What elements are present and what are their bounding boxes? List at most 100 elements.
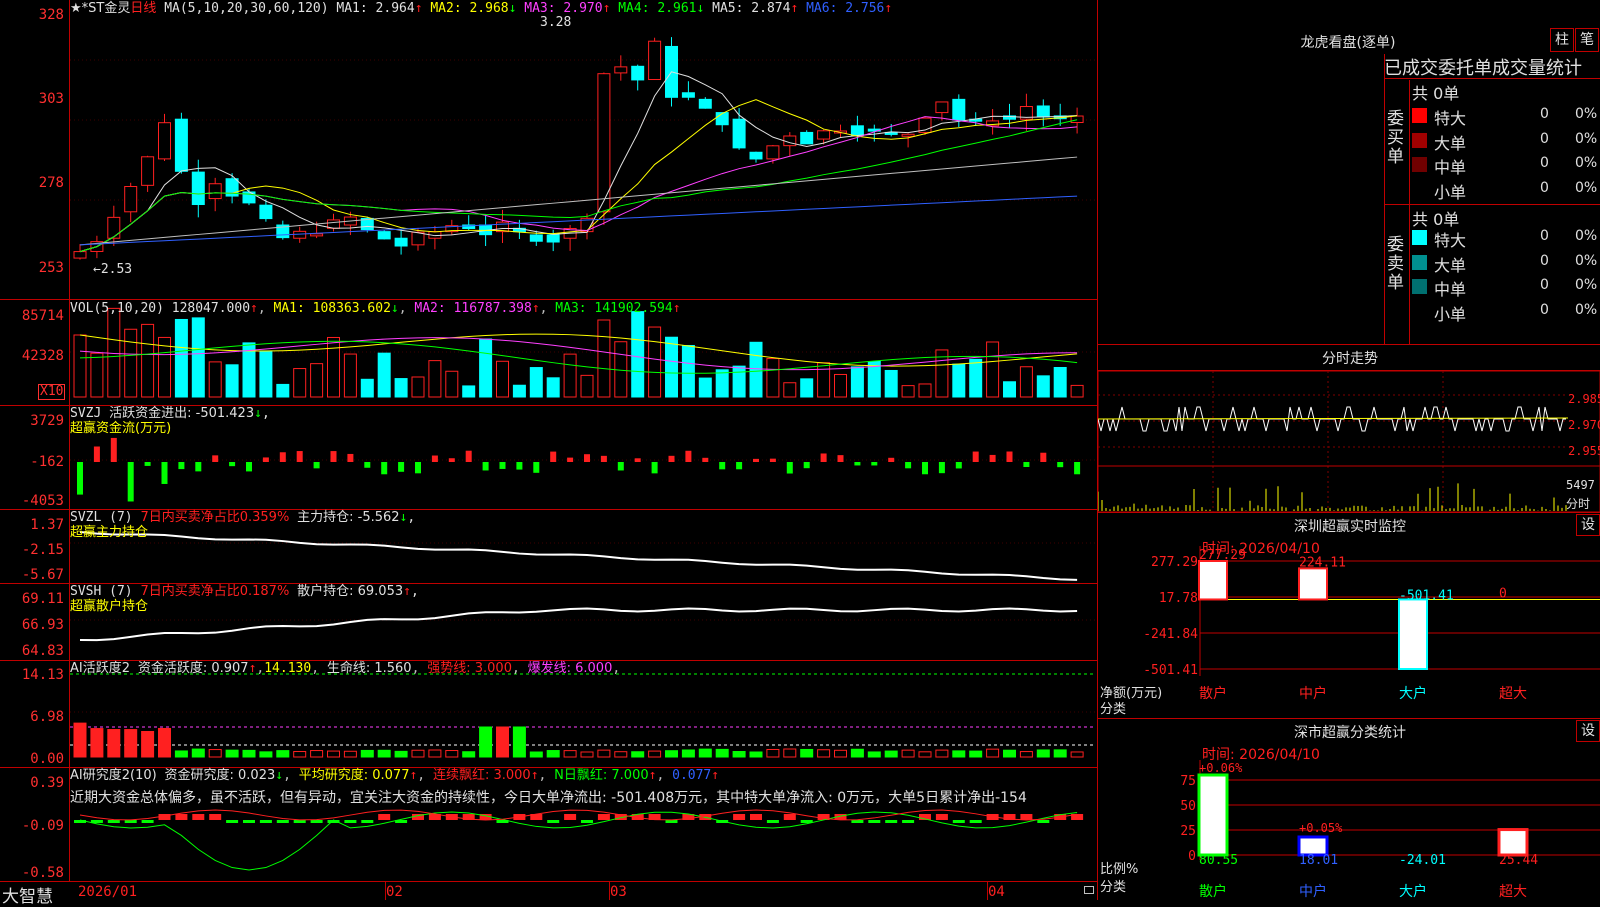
y-label: -4053 bbox=[21, 493, 64, 509]
candle-body bbox=[174, 118, 188, 172]
svzj-title: SVZJ bbox=[70, 406, 102, 421]
money-flow-bar bbox=[296, 451, 303, 462]
y-label: 0.39 bbox=[30, 775, 64, 791]
ai-research-header: AI研究度2(10) 资金研究度: 0.023↓, 平均研究度: 0.077↑,… bbox=[70, 768, 720, 783]
sz-classify-title: 深市超赢分类统计 bbox=[1294, 725, 1406, 741]
volume-bar bbox=[276, 383, 290, 398]
activity-bar bbox=[174, 750, 188, 758]
volume-bar bbox=[327, 336, 340, 398]
intraday-svg[interactable] bbox=[1098, 371, 1600, 513]
arrow: ↑ bbox=[409, 768, 418, 783]
row-percent: 0% bbox=[1575, 179, 1598, 196]
volume-bar bbox=[800, 378, 814, 398]
sell-row-3: 小单 0 0% bbox=[1410, 300, 1600, 324]
sz-monitor-settings-button[interactable]: 设 bbox=[1576, 514, 1600, 536]
color-swatch bbox=[1412, 108, 1427, 123]
activity-bar bbox=[428, 749, 442, 758]
activity-bar bbox=[191, 748, 205, 758]
candle-body bbox=[73, 251, 87, 259]
money-flow-bar bbox=[1040, 452, 1047, 462]
money-flow-bar bbox=[989, 454, 996, 462]
ai-research-avg: 平均研究度: 0.077 bbox=[298, 768, 410, 783]
ai-active-value: 资金活跃度: 0.907 bbox=[137, 661, 249, 676]
stock-name[interactable]: ★*ST金灵 bbox=[70, 1, 130, 16]
candle-body bbox=[681, 92, 695, 98]
volume-bar bbox=[1036, 375, 1050, 398]
ai-research-cont: 连续飘红: 3.000 bbox=[432, 768, 531, 783]
money-flow-bar bbox=[922, 462, 928, 475]
bar-mode-button[interactable]: 柱 bbox=[1550, 28, 1574, 52]
kline-svg[interactable] bbox=[0, 0, 1098, 900]
volume-bar bbox=[377, 352, 391, 398]
intraday-y-label: 2.955 bbox=[1568, 444, 1600, 458]
money-flow-bar bbox=[482, 462, 489, 471]
activity-bar bbox=[665, 750, 678, 758]
color-swatch bbox=[1412, 157, 1427, 172]
color-swatch bbox=[1412, 132, 1427, 148]
research-bar bbox=[581, 820, 593, 823]
activity-bar bbox=[1036, 749, 1050, 758]
y-label: -0.09 bbox=[21, 818, 64, 834]
ma-line-5 bbox=[79, 71, 1078, 253]
x-label-apr: 04 bbox=[988, 884, 1005, 900]
research-bar bbox=[1020, 814, 1033, 820]
money-flow-bar bbox=[144, 462, 151, 466]
ai-research-title: AI研究度2(10) bbox=[70, 768, 157, 783]
volume-bar bbox=[73, 334, 87, 398]
row-name: 大单 bbox=[1434, 255, 1467, 275]
monitor-y-label: 277.29 bbox=[1151, 555, 1198, 570]
period-label[interactable]: 日线 bbox=[130, 1, 156, 16]
separator: , bbox=[261, 406, 270, 421]
money-flow-bar bbox=[229, 462, 236, 467]
volume-bar bbox=[90, 352, 104, 398]
research-bar bbox=[902, 820, 915, 823]
y-label: 64.83 bbox=[21, 643, 64, 659]
classify-value-label: 80.55 bbox=[1199, 853, 1238, 868]
arrow: ↓ bbox=[390, 301, 399, 316]
volume-bar bbox=[1003, 381, 1016, 398]
candle-body bbox=[411, 231, 425, 246]
ma-header: MA(5,10,20,30,60,120) bbox=[164, 1, 329, 16]
volume-bar bbox=[529, 367, 543, 398]
sz-classify-axis-title: 比例% bbox=[1100, 862, 1139, 877]
money-flow-bar bbox=[702, 457, 709, 462]
monitor-value-label: -501.41 bbox=[1399, 588, 1454, 603]
money-flow-bar bbox=[600, 455, 607, 462]
row-name: 大单 bbox=[1434, 133, 1467, 153]
money-flow-bar bbox=[651, 462, 658, 474]
ma-value-6: MA6: 2.756 bbox=[806, 1, 885, 16]
money-flow-bar bbox=[465, 450, 472, 462]
y-label: 42328 bbox=[21, 348, 64, 364]
ai-active-v2: 14.130 bbox=[264, 661, 312, 676]
vol-ma2: MA2: 116787.398 bbox=[414, 301, 532, 316]
activity-bar bbox=[124, 729, 138, 758]
activity-bar bbox=[394, 750, 408, 758]
monitor-category: 超大 bbox=[1499, 686, 1527, 702]
y-label: 3729 bbox=[30, 413, 64, 429]
money-flow-bar bbox=[736, 462, 743, 470]
main-chart-area[interactable]: 328 303 278 253 85714 42328 X10 3729 -16… bbox=[0, 0, 1098, 907]
dragon-tabs[interactable]: 已成交委托单成交量统计 bbox=[1384, 54, 1600, 80]
volume-bar bbox=[259, 350, 273, 398]
svzl-holding: 主力持仓: -5.562 bbox=[297, 510, 400, 525]
pen-mode-button[interactable]: 笔 bbox=[1575, 28, 1599, 52]
intraday-vol-label: 5497 bbox=[1566, 478, 1595, 492]
sell-row-2: 中单 0 0% bbox=[1410, 275, 1600, 299]
volume-bar bbox=[174, 318, 188, 398]
activity-bar bbox=[445, 750, 459, 758]
money-flow-bar bbox=[837, 455, 844, 462]
svsh-subtitle: 超赢散户持仓 bbox=[70, 599, 149, 614]
money-flow-bar bbox=[533, 462, 540, 473]
volume-bar bbox=[969, 358, 983, 398]
money-flow-bar bbox=[279, 452, 286, 462]
activity-bar bbox=[276, 750, 290, 758]
sz-classify-settings-button[interactable]: 设 bbox=[1576, 720, 1600, 742]
lock-icon[interactable] bbox=[1084, 886, 1094, 894]
volume-bar bbox=[445, 370, 459, 398]
volume-bar bbox=[563, 353, 577, 398]
activity-bar bbox=[986, 748, 1000, 758]
candle-body bbox=[817, 130, 831, 140]
candle-body bbox=[800, 131, 814, 145]
activity-bar bbox=[850, 748, 864, 758]
activity-bar bbox=[141, 730, 155, 758]
